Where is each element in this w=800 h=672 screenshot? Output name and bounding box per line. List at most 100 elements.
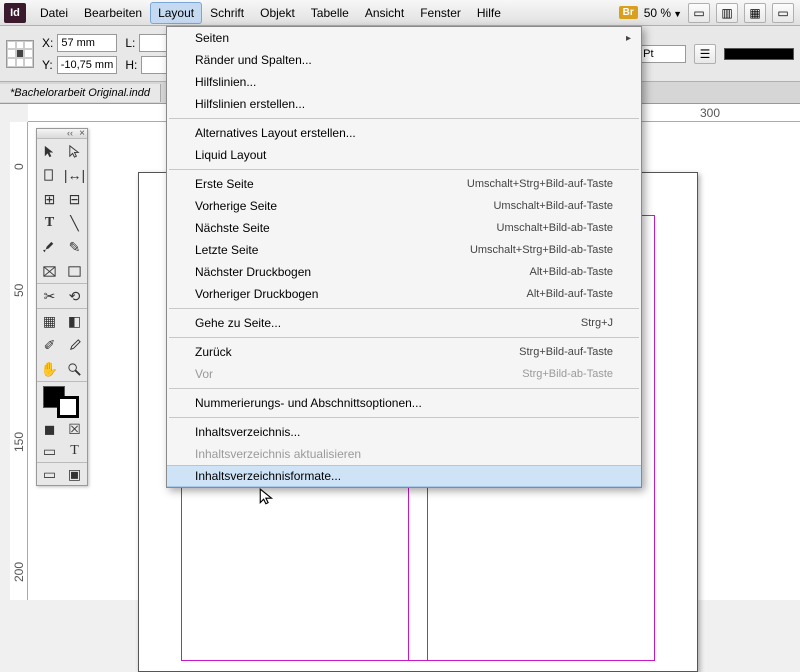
menu-separator: [169, 118, 639, 119]
menu-item-shortcut: Strg+Bild-ab-Taste: [522, 368, 613, 380]
h-label: H:: [125, 58, 137, 72]
menu-item[interactable]: Vorheriger DruckbogenAlt+Bild-auf-Taste: [167, 283, 641, 305]
menu-item[interactable]: Nächster Druckbogen Alt+Bild-ab-Taste: [167, 261, 641, 283]
rectangle-tool-icon[interactable]: [62, 259, 87, 283]
apply-color-icon[interactable]: ◼: [37, 418, 62, 440]
menu-item[interactable]: Zurück Strg+Bild-auf-Taste: [167, 341, 641, 363]
menu-item[interactable]: Inhaltsverzeichnis...: [167, 421, 641, 443]
content-collector-icon[interactable]: ⊞: [37, 187, 62, 211]
menu-item[interactable]: Gehe zu Seite...Strg+J: [167, 312, 641, 334]
normal-view-icon[interactable]: ▭: [37, 463, 62, 485]
menu-item[interactable]: Seiten: [167, 27, 641, 49]
stroke-swatch[interactable]: [724, 48, 794, 60]
page-tool-icon[interactable]: [37, 163, 62, 187]
gradient-swatch-tool-icon[interactable]: ▦: [37, 309, 62, 333]
menu-item-label: Alternatives Layout erstellen...: [195, 126, 356, 140]
zoom-tool-icon[interactable]: [62, 357, 87, 381]
menu-separator: [169, 169, 639, 170]
menu-item-label: Erste Seite: [195, 177, 254, 191]
menu-hilfe[interactable]: Hilfe: [469, 2, 509, 24]
menu-ansicht[interactable]: Ansicht: [357, 2, 412, 24]
close-icon[interactable]: ×: [79, 128, 85, 139]
formatting-text-icon[interactable]: T: [62, 440, 87, 462]
eyedropper-tool-icon[interactable]: [62, 333, 87, 357]
view-mode-button-1[interactable]: ▭: [688, 3, 710, 23]
menu-separator: [169, 388, 639, 389]
menu-item[interactable]: Nächste SeiteUmschalt+Bild-ab-Taste: [167, 217, 641, 239]
menu-item-shortcut: Umschalt+Strg+Bild-auf-Taste: [467, 178, 613, 190]
stroke-style-button[interactable]: ☰: [694, 44, 716, 64]
tool-panel-header[interactable]: ‹‹ ×: [37, 129, 87, 139]
document-tab[interactable]: *Bachelorarbeit Original.indd: [0, 84, 161, 102]
gradient-feather-tool-icon[interactable]: ◧: [62, 309, 87, 333]
arrange-button[interactable]: ▦: [744, 3, 766, 23]
rectangle-frame-tool-icon[interactable]: [37, 259, 62, 283]
direct-selection-tool-icon[interactable]: [62, 139, 87, 163]
w-label: L:: [125, 36, 135, 50]
apply-none-icon[interactable]: ☒: [62, 418, 87, 440]
line-tool-icon[interactable]: ╲: [62, 211, 87, 235]
menu-item[interactable]: Alternatives Layout erstellen...: [167, 122, 641, 144]
formatting-container-icon[interactable]: ▭: [37, 440, 62, 462]
menu-separator: [169, 337, 639, 338]
app-icon: Id: [4, 3, 26, 23]
menu-item-label: Ränder und Spalten...: [195, 53, 312, 67]
menu-datei[interactable]: Datei: [32, 2, 76, 24]
menu-bearbeiten[interactable]: Bearbeiten: [76, 2, 150, 24]
fill-stroke-swatch[interactable]: [37, 382, 87, 418]
menu-layout[interactable]: Layout: [150, 2, 202, 24]
menu-item-label: Seiten: [195, 31, 229, 45]
menu-fenster[interactable]: Fenster: [412, 2, 469, 24]
free-transform-tool-icon[interactable]: ⟲: [62, 284, 87, 308]
gap-tool-icon[interactable]: |↔|: [62, 163, 87, 187]
menu-item-shortcut: Umschalt+Bild-auf-Taste: [493, 200, 613, 212]
x-input[interactable]: [57, 34, 117, 52]
menu-item-label: Hilfslinien...: [195, 75, 256, 89]
menu-item-label: Nächste Seite: [195, 221, 270, 235]
selection-tool-icon[interactable]: [37, 139, 62, 163]
menu-tabelle[interactable]: Tabelle: [303, 2, 357, 24]
menu-objekt[interactable]: Objekt: [252, 2, 303, 24]
zoom-level[interactable]: 50 %▼: [644, 6, 682, 20]
reference-point-grid[interactable]: [6, 40, 34, 68]
menu-item[interactable]: Nummerierungs- und Abschnittsoptionen...: [167, 392, 641, 414]
tool-panel: ‹‹ × |↔| ⊞ ⊟ T ╲ ✎ ✂ ⟲ ▦ ◧ ✐ ✋ ◼ ☒: [36, 128, 88, 486]
layout-menu-dropdown: Seiten Ränder und Spalten... Hilfslinien..…: [166, 26, 642, 488]
pencil-tool-icon[interactable]: ✎: [62, 235, 87, 259]
menu-item[interactable]: Letzte SeiteUmschalt+Strg+Bild-ab-Taste: [167, 239, 641, 261]
chevron-down-icon: ▼: [673, 9, 682, 19]
menu-item-shortcut: Strg+Bild-auf-Taste: [519, 346, 613, 358]
menu-schrift[interactable]: Schrift: [202, 2, 252, 24]
menubar: Id Datei Bearbeiten Layout Schrift Objek…: [0, 0, 800, 26]
y-input[interactable]: [57, 56, 117, 74]
menu-item-label: Nächster Druckbogen: [195, 265, 311, 279]
scissors-tool-icon[interactable]: ✂: [37, 284, 62, 308]
menu-separator: [169, 417, 639, 418]
menu-item[interactable]: Hilfslinien erstellen...: [167, 93, 641, 115]
view-mode-button-2[interactable]: ▥: [716, 3, 738, 23]
note-tool-icon[interactable]: ✐: [37, 333, 62, 357]
menu-item-label: Inhaltsverzeichnis...: [195, 425, 300, 439]
hand-tool-icon[interactable]: ✋: [37, 357, 62, 381]
menu-item-label: Zurück: [195, 345, 232, 359]
menu-item-label: Nummerierungs- und Abschnittsoptionen...: [195, 396, 422, 410]
screen-mode-button[interactable]: ▭: [772, 3, 794, 23]
menu-item: Vor Strg+Bild-ab-Taste: [167, 363, 641, 385]
menu-item[interactable]: Erste Seite Umschalt+Strg+Bild-auf-Taste: [167, 173, 641, 195]
menu-item[interactable]: Liquid Layout: [167, 144, 641, 166]
stroke-color-icon[interactable]: [57, 396, 79, 418]
pen-tool-icon[interactable]: [37, 235, 62, 259]
collapse-icon[interactable]: ‹‹: [67, 128, 73, 138]
menu-item-shortcut: Alt+Bild-ab-Taste: [530, 266, 613, 278]
menu-item[interactable]: Hilfslinien...: [167, 71, 641, 93]
bridge-badge[interactable]: Br: [619, 6, 638, 19]
menu-item-shortcut: Alt+Bild-auf-Taste: [526, 288, 613, 300]
menu-item[interactable]: Ränder und Spalten...: [167, 49, 641, 71]
content-placer-icon[interactable]: ⊟: [62, 187, 87, 211]
menu-item[interactable]: Vorherige SeiteUmschalt+Bild-auf-Taste: [167, 195, 641, 217]
menu-item[interactable]: Inhaltsverzeichnisformate...: [167, 465, 641, 487]
preview-view-icon[interactable]: ▣: [62, 463, 87, 485]
menu-item-label: Inhaltsverzeichnisformate...: [195, 469, 341, 483]
type-tool-icon[interactable]: T: [37, 211, 62, 235]
menu-item-label: Vor: [195, 367, 213, 381]
